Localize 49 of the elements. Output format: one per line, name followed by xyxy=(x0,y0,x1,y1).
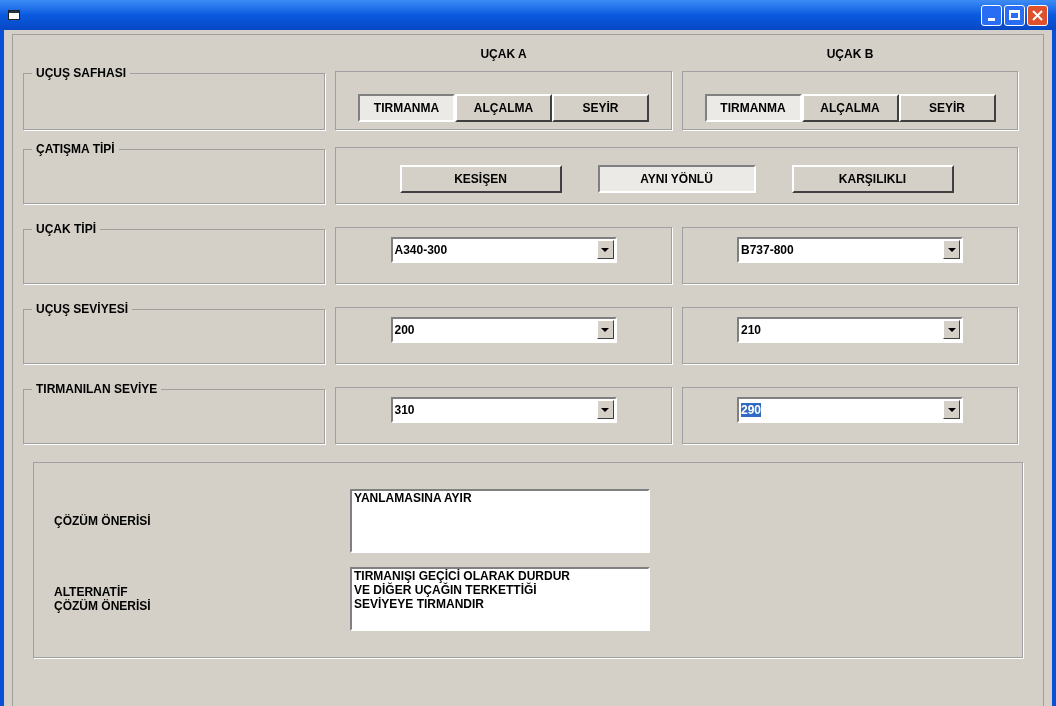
group-label: TIRMANILAN SEVİYE xyxy=(35,381,159,398)
caret-down-icon xyxy=(947,327,956,332)
option-button[interactable]: TIRMANMA xyxy=(358,93,455,122)
option-button[interactable]: AYNI YÖNLÜ xyxy=(597,164,756,193)
window-icon xyxy=(8,10,20,20)
option-button[interactable]: KARŞILIKLI xyxy=(791,164,954,193)
option-button[interactable]: ALÇALMA xyxy=(801,93,899,122)
dropdown-arrow-button[interactable] xyxy=(943,320,960,339)
group-label: UÇAK TİPİ xyxy=(35,221,97,238)
option-button[interactable]: SEYİR xyxy=(552,93,649,122)
dropdown-value: A340-300 xyxy=(394,241,449,259)
caret-down-icon xyxy=(601,407,609,412)
text-area[interactable]: YANLAMASINA AYIR xyxy=(350,489,650,553)
dropdown[interactable]: 210 xyxy=(737,316,963,343)
caret-down-icon xyxy=(947,407,956,412)
group-label: UÇUŞ SAFHASI xyxy=(35,65,127,82)
dropdown-arrow-button[interactable] xyxy=(943,240,960,259)
caret-down-icon xyxy=(601,247,609,252)
dropdown[interactable]: 200 xyxy=(390,316,617,343)
column-header: UÇAK B xyxy=(826,46,874,63)
close-button[interactable] xyxy=(1027,4,1048,26)
option-button[interactable]: SEYİR xyxy=(898,93,996,122)
text-area[interactable]: TIRMANIŞI GEÇİCİ OLARAK DURDUR VE DİĞER UÇAĞIN TERKETTİĞİ SEVİYEYE TIRMANDIR xyxy=(350,567,650,631)
column-header: UÇAK A xyxy=(480,46,527,63)
dropdown-value: 290 xyxy=(741,401,763,419)
dropdown[interactable]: 310 xyxy=(390,396,617,423)
option-button[interactable]: KESİŞEN xyxy=(399,164,562,193)
field-label: ÇÖZÜM ÖNERİSİ xyxy=(54,514,152,528)
dropdown-arrow-button[interactable] xyxy=(596,240,614,259)
dropdown[interactable]: B737-800 xyxy=(737,236,963,263)
option-button[interactable]: TIRMANMA xyxy=(704,93,802,122)
dropdown-arrow-button[interactable] xyxy=(596,320,614,339)
dropdown-value: B737-800 xyxy=(741,241,795,259)
dropdown[interactable]: A340-300 xyxy=(390,236,617,263)
field-label: ALTERNATİF ÇÖZÜM ÖNERİSİ xyxy=(54,585,152,613)
dropdown-value: 200 xyxy=(394,321,416,339)
maximize-button[interactable] xyxy=(1004,4,1025,26)
dropdown-arrow-button[interactable] xyxy=(596,400,614,419)
dropdown[interactable]: 290 xyxy=(737,396,963,423)
close-icon xyxy=(1032,9,1043,21)
minimize-button[interactable] xyxy=(981,4,1002,26)
dropdown-arrow-button[interactable] xyxy=(943,400,960,419)
option-button[interactable]: ALÇALMA xyxy=(455,93,552,122)
caret-down-icon xyxy=(601,327,609,332)
dropdown-value: 310 xyxy=(394,401,416,419)
group-label: ÇATIŞMA TİPİ xyxy=(35,141,116,158)
group-label: UÇUŞ SEVİYESİ xyxy=(35,301,130,318)
dropdown-value: 210 xyxy=(741,321,763,339)
caret-down-icon xyxy=(947,247,956,252)
